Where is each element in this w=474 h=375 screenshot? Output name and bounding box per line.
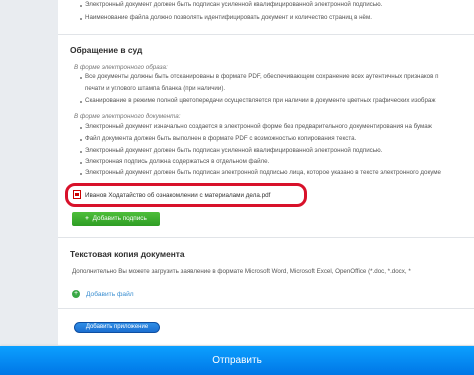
- top-line-2: Наименование файла должно позволять иден…: [85, 14, 372, 21]
- bullet: [80, 101, 82, 103]
- court-section-title: Обращение в суд: [70, 45, 143, 55]
- add-signature-button[interactable]: + Добавить подпись: [72, 212, 160, 226]
- pdf-file-icon: [73, 190, 81, 199]
- bullet: [80, 151, 82, 153]
- bullet: [80, 173, 82, 175]
- text-copy-title: Текстовая копия документа: [70, 249, 185, 259]
- bullet: [80, 5, 82, 7]
- image-form-line-2: печати и углового штампа бланка (при нал…: [85, 85, 226, 92]
- image-form-line-1: Все документы должны быть отсканированы …: [85, 73, 439, 80]
- image-form-line-3: Сканирование в режиме полной цветопереда…: [85, 97, 436, 104]
- top-line-1: Электронный документ должен быть подписа…: [85, 1, 383, 8]
- divider: [58, 308, 474, 309]
- bullet: [80, 18, 82, 20]
- divider: [58, 34, 474, 35]
- add-attachment-label: Добавить приложение: [85, 324, 149, 330]
- send-button[interactable]: Отправить: [0, 346, 474, 375]
- plus-icon: +: [85, 215, 89, 222]
- image-form-title: В форме электронного образа:: [74, 64, 168, 71]
- bullet: [80, 127, 82, 129]
- text-copy-description: Дополнительно Вы можете загрузить заявле…: [72, 268, 411, 275]
- plus-circle-icon: +: [72, 290, 80, 298]
- electronic-form-line-3: Электронный документ должен быть подписа…: [85, 147, 383, 154]
- add-file-label: Добавить файл: [86, 290, 134, 298]
- bullet: [80, 139, 82, 141]
- send-button-label: Отправить: [212, 355, 262, 366]
- bullet: [80, 162, 82, 164]
- add-file-link[interactable]: + Добавить файл: [72, 290, 134, 298]
- attached-file-name[interactable]: Иванов Ходатайство об ознакомлении с мат…: [85, 192, 270, 199]
- add-signature-label: Добавить подпись: [92, 215, 147, 222]
- electronic-form-line-1: Электронный документ изначально создаетс…: [85, 123, 432, 130]
- electronic-form-title: В форме электронного документа:: [74, 113, 181, 120]
- divider: [58, 237, 474, 238]
- electronic-form-line-4: Электронная подпись должна содержаться в…: [85, 158, 270, 165]
- bullet: [80, 77, 82, 79]
- add-attachment-button[interactable]: Добавить приложение: [74, 322, 160, 333]
- electronic-form-line-2: Файл документа должен быть выполнен в фо…: [85, 135, 357, 142]
- electronic-form-line-5: Электронный документ должен быть подписа…: [85, 169, 441, 176]
